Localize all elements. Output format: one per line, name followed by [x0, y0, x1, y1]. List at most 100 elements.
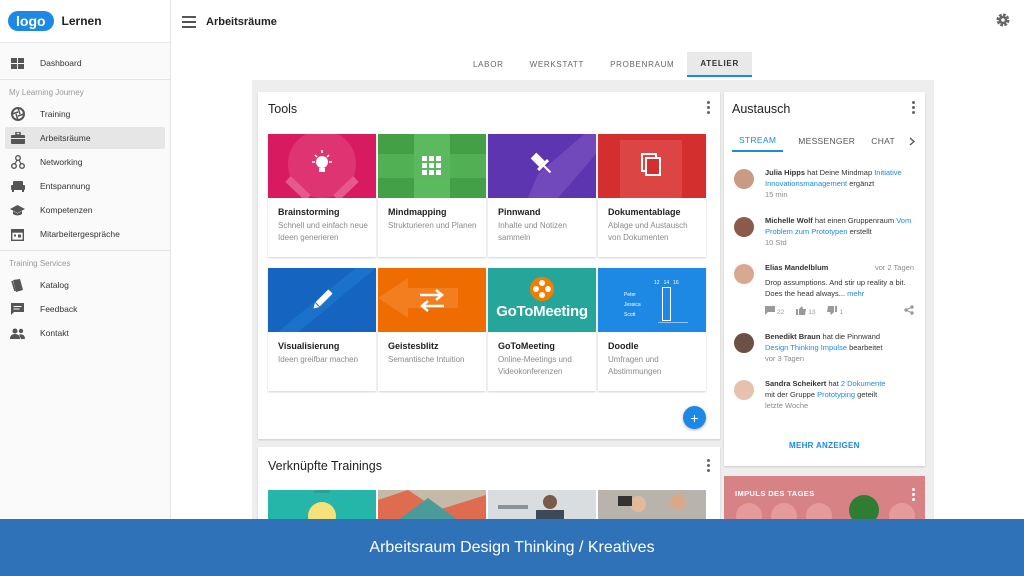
sidebar-item-label: Kompetenzen [40, 205, 93, 215]
sidebar-item-arbeitsraeume[interactable]: Arbeitsräume [5, 127, 165, 149]
sidebar-item-label: Kontakt [40, 328, 69, 338]
pencil-icon [268, 268, 376, 332]
doodle-line [658, 322, 688, 323]
exchange-title: Austausch [732, 102, 791, 116]
thumb-up-icon[interactable] [796, 305, 807, 319]
logo[interactable]: logo [8, 11, 54, 31]
training-thumbnail[interactable] [488, 490, 596, 520]
feed-action: hat die Pinnwand [820, 332, 881, 341]
feed-item[interactable]: Elias Mandelblum vor 2 Tagen Drop assumpt… [734, 262, 914, 319]
sidebar-item-kompetenzen[interactable]: Kompetenzen [5, 199, 165, 221]
tool-name: Dokumentablage [608, 207, 681, 217]
feed-action: ergänzt [847, 179, 875, 188]
pin-icon [488, 134, 596, 198]
copy-icon [598, 134, 706, 198]
thumb-down-icon[interactable] [827, 305, 838, 319]
more-vert-icon[interactable] [912, 488, 916, 501]
grid-icon [378, 134, 486, 198]
tab-messenger[interactable]: MESSENGER [791, 130, 862, 152]
sidebar-item-label: Feedback [40, 304, 78, 314]
feed-item[interactable]: Sandra Scheikert hat 2 Dokumente mit der… [734, 378, 914, 411]
tab-stream[interactable]: STREAM [732, 130, 784, 152]
doodle-highlight [662, 287, 671, 321]
comment-icon [10, 302, 25, 317]
tool-description: Inhalte und Notizen sammeln [498, 221, 567, 242]
tool-brainstorming[interactable]: Brainstorming Schnell und einfach neue I… [268, 134, 376, 257]
feed-time: vor 3 Tagen [765, 354, 805, 363]
doodle-date: 14 [663, 280, 670, 286]
tab-probenraum[interactable]: PROBENRAUM [597, 52, 687, 77]
caption-text: Arbeitsraum Design Thinking / Kreatives [369, 538, 655, 556]
tool-name: Doodle [608, 341, 639, 351]
lightbulb-icon [268, 134, 376, 198]
feed-action: hat Deine Mindmap [805, 168, 875, 177]
sofa-icon [10, 179, 25, 194]
feed-link[interactable]: Prototyping [817, 390, 855, 399]
sidebar-item-networking[interactable]: Networking [5, 151, 165, 173]
training-thumbnail[interactable] [598, 490, 706, 520]
tool-doodle[interactable]: Peter Jessica Scott 12 14 16 Doodle Umfr… [598, 268, 706, 391]
sidebar-item-label: Arbeitsräume [40, 133, 91, 143]
tab-werkstatt[interactable]: WERKSTATT [517, 52, 597, 77]
feed-item[interactable]: Benedikt Braun hat die Pinnwand Design T… [734, 331, 914, 364]
gear-icon[interactable] [995, 12, 1011, 33]
tool-description: Schnell und einfach neue Ideen generiere… [278, 221, 368, 242]
feed-link[interactable]: 2 Dokumente [841, 379, 886, 388]
avatar [734, 169, 754, 189]
tool-mindmapping[interactable]: Mindmapping Strukturieren und Planen [378, 134, 486, 257]
add-tool-button[interactable]: + [683, 406, 706, 429]
doodle-poll-illustration: Peter Jessica Scott 12 14 16 [598, 268, 706, 332]
tool-visualisierung[interactable]: Visualisierung Ideen greifbar machen [268, 268, 376, 391]
exchange-card: Austausch STREAM MESSENGER CHAT Julia Hi… [724, 92, 925, 466]
feed-author: Julia Hipps [765, 168, 806, 177]
comment-icon[interactable] [765, 305, 775, 319]
feed-item[interactable]: Michelle Wolf hat einen Gruppenraum Vom … [734, 215, 914, 248]
sidebar-section-label: My Learning Journey [0, 79, 170, 101]
sidebar-item-label: Entspannung [40, 181, 91, 191]
tab-chat[interactable]: CHAT [864, 130, 902, 152]
sidebar-section-label: Training Services [0, 250, 170, 272]
feed-item[interactable]: Julia Hipps hat Deine Mindmap Initiative… [734, 167, 914, 200]
tool-geistesblitz[interactable]: Geistesblitz Semantische Intuition [378, 268, 486, 391]
tool-dokumentablage[interactable]: Dokumentablage Ablage und Austausch von … [598, 134, 706, 257]
more-vert-icon[interactable] [707, 101, 711, 114]
sidebar-item-dashboard[interactable]: Dashboard [5, 52, 165, 74]
feed-text: Benedikt Braun hat die Pinnwand Design T… [765, 331, 914, 364]
sidebar-item-feedback[interactable]: Feedback [5, 298, 165, 320]
sidebar-item-mitarbeitergespraeche[interactable]: Mitarbeitergespräche [5, 223, 165, 245]
feed-text: Michelle Wolf hat einen Gruppenraum Vom … [765, 215, 914, 248]
trainings-title: Verknüpfte Trainings [268, 459, 382, 473]
show-more-button[interactable]: MEHR ANZEIGEN [789, 441, 860, 450]
training-thumbnail[interactable] [268, 490, 376, 520]
brand-name: Lernen [61, 14, 102, 28]
tool-name: Geistesblitz [388, 341, 439, 351]
like-count: 13 [808, 308, 816, 316]
graduation-cap-icon [10, 203, 25, 218]
more-vert-icon[interactable] [707, 459, 711, 472]
share-icon[interactable] [904, 305, 914, 319]
sidebar-item-label: Dashboard [40, 58, 82, 68]
sidebar-item-kontakt[interactable]: Kontakt [5, 322, 165, 344]
doodle-date: 12 [654, 280, 660, 286]
menu-icon[interactable] [182, 15, 196, 28]
avatar [734, 264, 754, 284]
feed-text: Elias Mandelblum vor 2 Tagen Drop assumpt… [765, 262, 914, 319]
people-icon [10, 326, 25, 341]
tool-pinnwand[interactable]: Pinnwand Inhalte und Notizen sammeln [488, 134, 596, 257]
sidebar-item-katalog[interactable]: Katalog [5, 274, 165, 296]
sidebar-item-training[interactable]: Training [5, 103, 165, 125]
sidebar-item-entspannung[interactable]: Entspannung [5, 175, 165, 197]
feed-action: bearbeitet [847, 343, 883, 352]
tab-atelier[interactable]: ATELIER [687, 52, 752, 77]
calendar-icon [10, 227, 25, 242]
impulse-card[interactable]: IMPULS DES TAGES [724, 476, 925, 520]
doodle-name: Jessica [624, 302, 641, 308]
read-more-link[interactable]: mehr [845, 289, 864, 298]
more-vert-icon[interactable] [912, 101, 916, 114]
feed-link[interactable]: Design Thinking Impulse [765, 343, 847, 352]
chevron-right-icon[interactable] [902, 130, 922, 152]
tool-gotomeeting[interactable]: GoToMeeting GoToMeeting Online-Meetings … [488, 268, 596, 391]
feed-action: hat [826, 379, 841, 388]
tab-labor[interactable]: LABOR [460, 52, 517, 77]
training-thumbnail[interactable] [378, 490, 486, 520]
